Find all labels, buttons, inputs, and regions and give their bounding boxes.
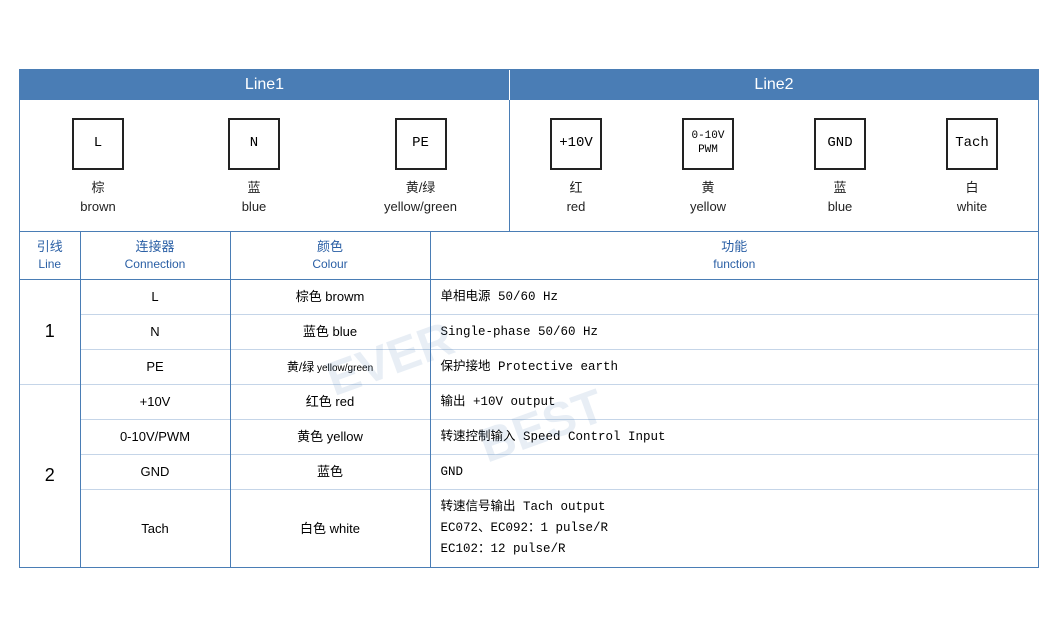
func-L: 单相电源 50/60 Hz (430, 279, 1038, 314)
table-row: GND 蓝色 GND (20, 454, 1038, 489)
th-line: 引线 Line (20, 232, 80, 279)
header-line2: Line2 (510, 70, 1038, 100)
th-colour: 颜色 Colour (230, 232, 430, 279)
conn-L: L (80, 279, 230, 314)
colour-red: 红色 red (230, 384, 430, 419)
header-row: Line1 Line2 (20, 70, 1038, 100)
connector-box-N: N (228, 118, 280, 170)
table-header-row: 引线 Line 连接器 Connection 颜色 Colour 功能 func… (20, 232, 1038, 279)
connector-box-PWM: 0-10VPWM (682, 118, 734, 170)
th-connection: 连接器 Connection (80, 232, 230, 279)
table-row: Tach 白色 white 转速信号输出 Tach outputEC072、EC… (20, 489, 1038, 567)
line-number-2: 2 (20, 384, 80, 567)
func-GND: GND (430, 454, 1038, 489)
connector-label-Tach: 白white (957, 178, 987, 217)
connector-10V: +10V 红red (550, 118, 602, 217)
header-line1: Line1 (20, 70, 510, 100)
colour-blue: 蓝色 blue (230, 314, 430, 349)
connector-box-L: L (72, 118, 124, 170)
connector-box-Tach: Tach (946, 118, 998, 170)
connector-GND: GND 蓝blue (814, 118, 866, 217)
diagram-line1: L 棕brown N 蓝blue PE 黄/绿yellow/green (20, 100, 510, 231)
func-PE: 保护接地 Protective earth (430, 349, 1038, 384)
conn-PWM: 0-10V/PWM (80, 419, 230, 454)
conn-10V: +10V (80, 384, 230, 419)
colour-brown: 棕色 browm (230, 279, 430, 314)
diagram-line2: +10V 红red 0-10VPWM 黄yellow GND 蓝blue Tac… (510, 100, 1038, 231)
conn-Tach: Tach (80, 489, 230, 567)
connector-box-GND: GND (814, 118, 866, 170)
connector-PWM: 0-10VPWM 黄yellow (682, 118, 734, 217)
connector-box-10V: +10V (550, 118, 602, 170)
table-row: 0-10V/PWM 黄色 yellow 转速控制输入 Speed Control… (20, 419, 1038, 454)
main-container: Line1 Line2 L 棕brown N 蓝blue PE 黄/绿yello… (19, 69, 1039, 569)
connector-box-PE: PE (395, 118, 447, 170)
wiring-table: 引线 Line 连接器 Connection 颜色 Colour 功能 func… (20, 232, 1038, 568)
connector-label-PE: 黄/绿yellow/green (384, 178, 457, 217)
connector-label-GND: 蓝blue (828, 178, 853, 217)
colour-white: 白色 white (230, 489, 430, 567)
connector-N: N 蓝blue (228, 118, 280, 217)
table-row: 1 L 棕色 browm 单相电源 50/60 Hz (20, 279, 1038, 314)
table-row: 2 +10V 红色 red 输出 +10V output (20, 384, 1038, 419)
connector-label-PWM: 黄yellow (690, 178, 726, 217)
colour-blue-gnd: 蓝色 (230, 454, 430, 489)
connector-label-N: 蓝blue (242, 178, 267, 217)
connector-L: L 棕brown (72, 118, 124, 217)
func-N: Single-phase 50/60 Hz (430, 314, 1038, 349)
connector-Tach: Tach 白white (946, 118, 998, 217)
th-function: 功能 function (430, 232, 1038, 279)
table-row: N 蓝色 blue Single-phase 50/60 Hz (20, 314, 1038, 349)
table-row: PE 黄/绿 yellow/green 保护接地 Protective eart… (20, 349, 1038, 384)
conn-PE: PE (80, 349, 230, 384)
table-section: EVER BEST 引线 Line 连接器 Connection 颜色 Colo… (20, 232, 1038, 568)
connector-label-10V: 红red (567, 178, 586, 217)
line-number-1: 1 (20, 279, 80, 384)
colour-yellow-green: 黄/绿 yellow/green (230, 349, 430, 384)
conn-GND: GND (80, 454, 230, 489)
func-10V: 输出 +10V output (430, 384, 1038, 419)
connector-label-L: 棕brown (80, 178, 115, 217)
diagram-row: L 棕brown N 蓝blue PE 黄/绿yellow/green +10V… (20, 100, 1038, 232)
func-PWM: 转速控制输入 Speed Control Input (430, 419, 1038, 454)
conn-N: N (80, 314, 230, 349)
connector-PE: PE 黄/绿yellow/green (384, 118, 457, 217)
func-Tach: 转速信号输出 Tach outputEC072、EC092：1 pulse/RE… (430, 489, 1038, 567)
colour-yellow: 黄色 yellow (230, 419, 430, 454)
